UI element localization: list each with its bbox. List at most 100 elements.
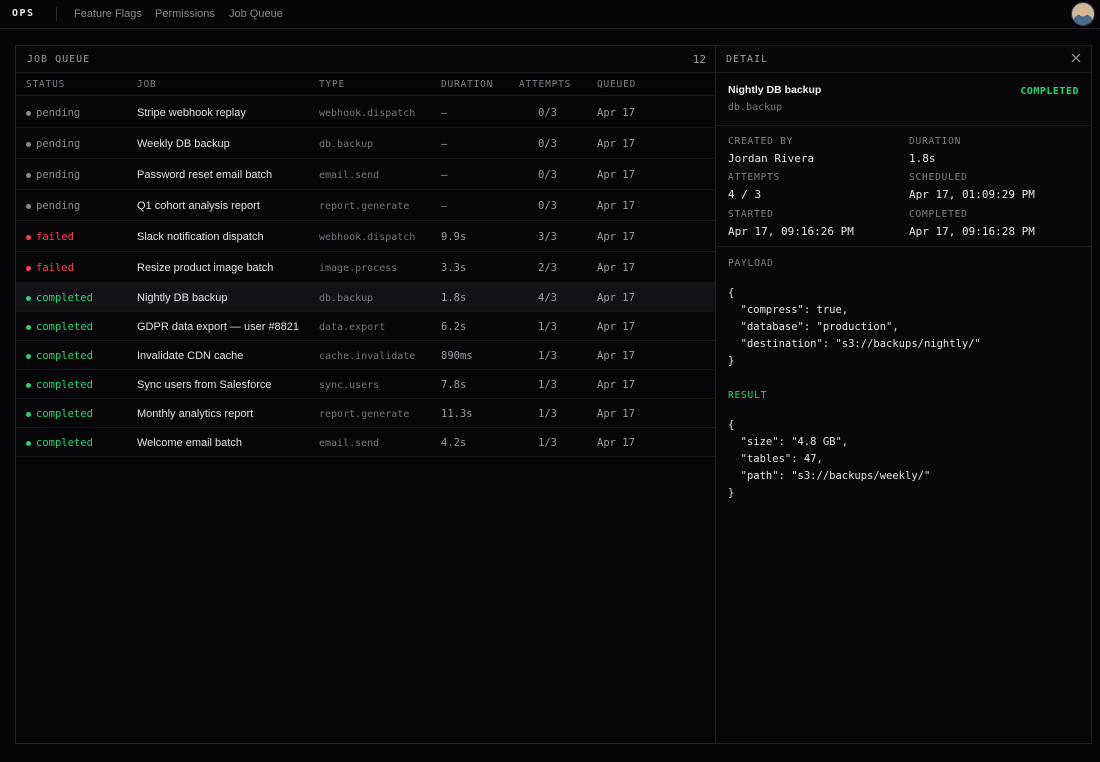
attempts-cell: 4/3 <box>538 292 557 304</box>
job-type-cell: report.generate <box>319 201 410 212</box>
job-type-cell: image.process <box>319 263 398 274</box>
status-text: failed <box>36 231 74 243</box>
status-dot-icon <box>26 203 31 209</box>
table-row[interactable]: completed Monthly analytics report report.… <box>16 399 716 428</box>
started-label: STARTED <box>728 209 774 220</box>
status-cell: completed <box>26 437 93 449</box>
attempts-cell: 0/3 <box>538 138 557 150</box>
column-header-attempts[interactable]: ATTEMPTS <box>519 79 571 90</box>
attempts-cell: 1/3 <box>538 321 557 333</box>
brand-logo[interactable]: OPS <box>12 8 35 19</box>
queued-cell: Apr 17 <box>597 437 635 449</box>
job-name-cell: Q1 cohort analysis report <box>137 200 260 212</box>
status-text: completed <box>36 379 93 391</box>
duration-cell: 4.2s <box>441 437 467 449</box>
table-row[interactable]: completed Sync users from Salesforce sync.… <box>16 370 716 399</box>
status-text: completed <box>36 350 93 362</box>
status-cell: pending <box>26 107 80 119</box>
nav-permissions[interactable]: Permissions <box>155 8 215 20</box>
status-cell: completed <box>26 321 93 333</box>
status-badge: COMPLETED <box>1020 86 1079 97</box>
job-type-cell: sync.users <box>319 380 380 391</box>
status-cell: completed <box>26 292 93 304</box>
user-avatar[interactable] <box>1071 2 1095 26</box>
queued-cell: Apr 17 <box>597 169 635 181</box>
duration-cell: 6.2s <box>441 321 467 333</box>
queue-count: 12 <box>692 53 706 66</box>
close-icon[interactable] <box>1069 51 1083 65</box>
job-name-cell: Monthly analytics report <box>137 408 254 420</box>
status-cell: completed <box>26 379 93 391</box>
detail-header: Nightly DB backup db.backup COMPLETED <box>716 72 1091 126</box>
table-row[interactable]: pending Password reset email batch email.s… <box>16 159 716 190</box>
table-row[interactable]: completed Invalidate CDN cache cache.inval… <box>16 341 716 370</box>
queued-cell: Apr 17 <box>597 231 635 243</box>
attempts-cell: 0/3 <box>538 169 557 181</box>
status-text: failed <box>36 262 74 274</box>
status-text: completed <box>36 321 93 333</box>
completed-value: Apr 17, 09:16:28 PM <box>909 225 1035 238</box>
status-dot-icon <box>26 265 31 271</box>
column-header-duration[interactable]: DURATION <box>441 79 493 90</box>
queued-cell: Apr 17 <box>597 408 635 420</box>
status-text: pending <box>36 169 81 181</box>
nav-job-queue[interactable]: Job Queue <box>229 8 283 20</box>
job-name-cell: Weekly DB backup <box>137 138 230 150</box>
status-dot-icon <box>26 382 31 388</box>
detail-metadata: CREATED BY Jordan Rivera DURATION 1.8s A… <box>716 126 1091 247</box>
queued-cell: Apr 17 <box>597 321 635 333</box>
attempts-cell: 1/3 <box>538 350 557 362</box>
status-cell: failed <box>26 231 74 243</box>
job-name-cell: GDPR data export — user #8821 <box>137 321 300 333</box>
detail-title: DETAIL <box>726 54 769 65</box>
job-name-cell: Resize product image batch <box>137 262 274 274</box>
scheduled-value: Apr 17, 01:09:29 PM <box>909 188 1035 201</box>
status-cell: pending <box>26 138 80 150</box>
table-row[interactable]: pending Weekly DB backup db.backup — 0/3 Apr … <box>16 128 716 159</box>
duration-cell: 9.9s <box>441 231 467 243</box>
table-row[interactable]: pending Stripe webhook replay webhook.disp… <box>16 97 716 128</box>
queued-cell: Apr 17 <box>597 262 635 274</box>
table-row[interactable]: failed Resize product image batch image.pr… <box>16 252 716 283</box>
created-by-value: Jordan Rivera <box>728 152 815 165</box>
queued-cell: Apr 17 <box>597 138 635 150</box>
attempts-label: ATTEMPTS <box>728 172 781 183</box>
status-dot-icon <box>26 234 31 240</box>
job-type-cell: cache.invalidate <box>319 351 416 362</box>
table-row[interactable]: completed Nightly DB backup db.backup 1.8s 4… <box>16 283 716 312</box>
result-code: { "size": "4.8 GB", "tables": 47, "path"… <box>728 419 931 499</box>
table-row[interactable]: completed GDPR data export — user #8821 da… <box>16 312 716 341</box>
table-row[interactable]: failed Slack notification dispatch webhook… <box>16 221 716 252</box>
nav-divider <box>56 7 57 21</box>
column-header-job[interactable]: JOB <box>137 79 157 90</box>
column-header-queued[interactable]: QUEUED <box>597 79 636 90</box>
status-cell: pending <box>26 200 80 212</box>
attempts-cell: 3/3 <box>538 231 557 243</box>
status-dot-icon <box>26 353 31 359</box>
table-row[interactable]: pending Q1 cohort analysis report report.g… <box>16 190 716 221</box>
duration-value: 1.8s <box>909 152 936 165</box>
status-dot-icon <box>26 110 31 116</box>
table-row[interactable]: completed Welcome email batch email.send 4.… <box>16 428 716 457</box>
duration-cell: — <box>441 169 448 181</box>
job-name-cell: Nightly DB backup <box>137 292 228 304</box>
column-header-type[interactable]: TYPE <box>319 79 345 90</box>
duration-cell: — <box>441 138 448 150</box>
duration-cell: 11.3s <box>441 408 473 420</box>
column-header-status[interactable]: STATUS <box>26 79 65 90</box>
status-text: pending <box>36 200 81 212</box>
status-cell: pending <box>26 169 80 181</box>
queued-cell: Apr 17 <box>597 200 635 212</box>
job-type-cell: webhook.dispatch <box>319 232 416 243</box>
payload-code: { "compress": true, "database": "product… <box>728 287 981 367</box>
scheduled-label: SCHEDULED <box>909 172 968 183</box>
nav-feature-flags[interactable]: Feature Flags <box>74 8 142 20</box>
job-name-cell: Slack notification dispatch <box>137 231 264 243</box>
job-type-cell: report.generate <box>319 409 410 420</box>
job-type-cell: email.send <box>319 438 380 449</box>
table-header: STATUS JOB TYPE DURATION ATTEMPTS QUEUED <box>16 72 716 96</box>
queued-cell: Apr 17 <box>597 379 635 391</box>
job-queue-panel: JOB QUEUE 12 STATUS JOB TYPE DURATION AT… <box>15 45 716 744</box>
attempts-cell: 2/3 <box>538 262 557 274</box>
duration-cell: 1.8s <box>441 292 467 304</box>
